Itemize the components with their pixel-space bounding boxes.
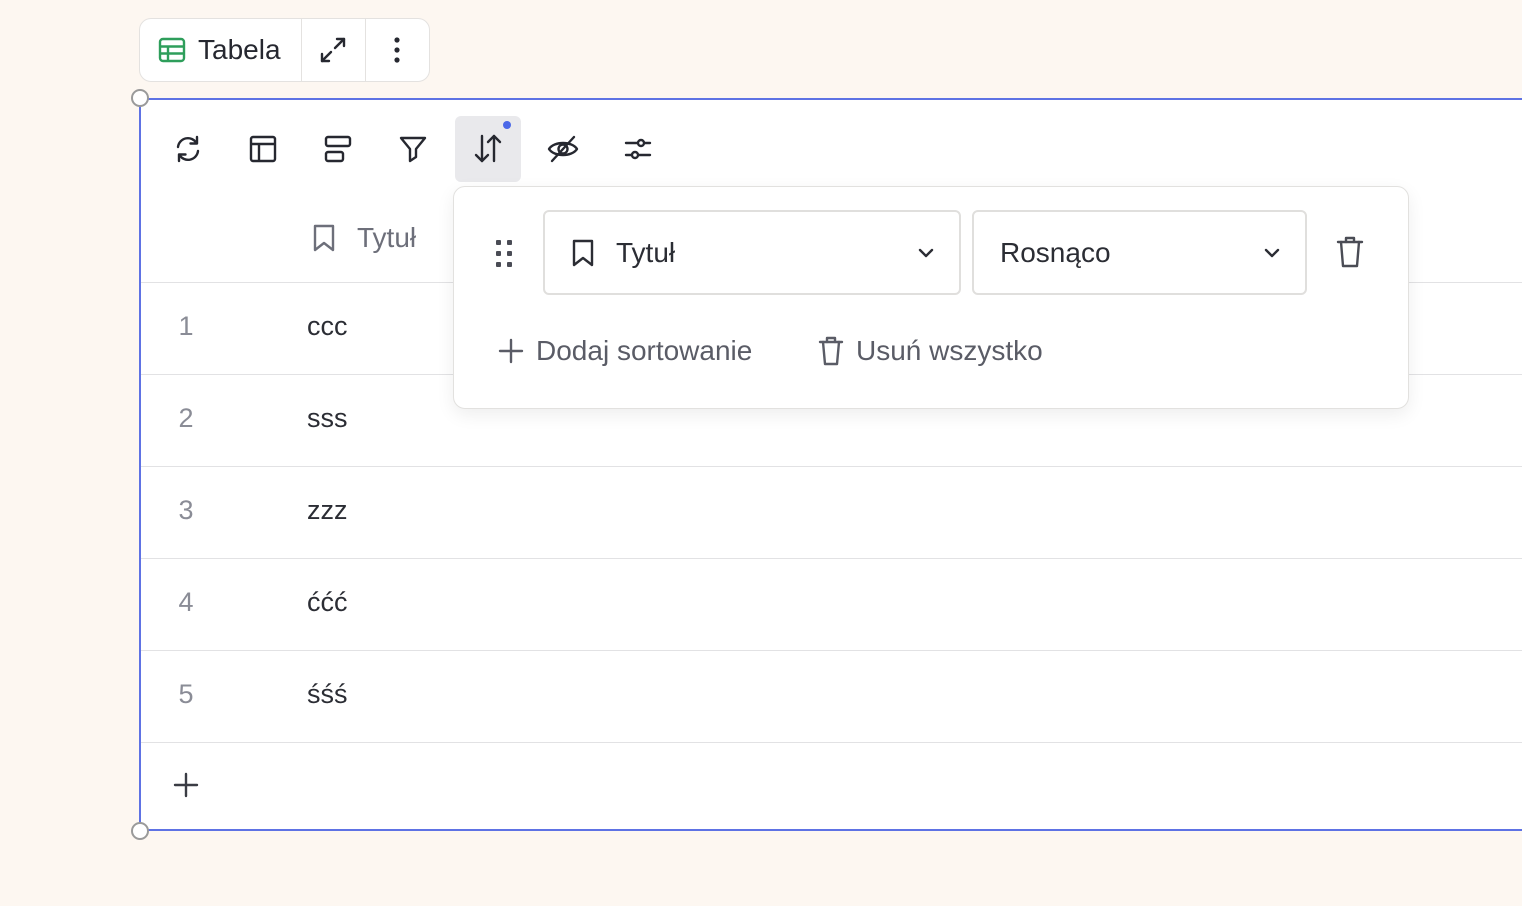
group-button[interactable] [305,116,371,182]
row-number: 2 [178,403,194,433]
plus-icon [498,338,524,364]
hide-fields-button[interactable] [530,116,596,182]
trash-icon [818,335,844,367]
block-type-label: Tabela [198,34,281,65]
sort-icon [472,133,504,165]
delete-sort-button[interactable] [1335,235,1365,269]
refresh-icon [173,134,203,164]
add-sort-button[interactable]: Dodaj sortowanie [498,335,752,367]
row-title-cell[interactable]: ććć [307,587,348,618]
remove-all-sorts-button[interactable]: Usuń wszystko [818,335,1043,367]
sort-button[interactable] [455,116,521,182]
settings-sliders-icon [623,134,653,164]
more-options-button[interactable] [366,19,429,81]
bookmark-icon [570,238,596,268]
group-icon [323,134,353,164]
more-vertical-icon [392,35,402,65]
column-header-title[interactable]: Tytuł [311,222,416,254]
table-row[interactable]: 3 zzz [141,467,1522,559]
block-toolbar: Tabela [139,18,430,82]
eye-off-icon [547,134,579,164]
view-settings-button[interactable] [605,116,671,182]
row-title-cell[interactable]: ccc [307,311,348,342]
block-type-button[interactable]: Tabela [140,19,302,81]
filter-button[interactable] [380,116,446,182]
drag-handle-icon [492,237,518,271]
add-sort-label: Dodaj sortowanie [536,335,753,366]
table-row[interactable]: 4 ććć [141,559,1522,651]
table-row[interactable]: 5 śśś [141,651,1522,743]
add-row-button[interactable] [171,770,201,800]
resize-handle-top-left[interactable] [131,89,149,107]
layout-button[interactable] [230,116,296,182]
remove-all-label: Usuń wszystko [856,335,1043,366]
row-number: 5 [178,679,194,709]
resize-handle-bottom-left[interactable] [131,822,149,840]
chevron-down-icon [1263,247,1281,259]
plus-icon [171,770,201,800]
expand-button[interactable] [302,19,366,81]
trash-icon [1335,235,1365,269]
row-title-cell[interactable]: zzz [307,495,348,526]
table-icon [158,36,186,64]
row-title-cell[interactable]: sss [307,403,348,434]
sort-field-value: Tytuł [616,236,676,268]
row-number: 1 [178,311,194,341]
sort-popover: Tytuł Rosnąco Dodaj sortowanie Usuń wszy… [453,186,1409,409]
column-header-label: Tytuł [357,222,417,253]
expand-icon [318,35,348,65]
row-title-cell[interactable]: śśś [307,679,348,710]
sort-direction-value: Rosnąco [1000,236,1111,268]
bookmark-icon [311,223,337,253]
filter-icon [398,134,428,164]
refresh-button[interactable] [155,116,221,182]
sort-direction-select[interactable]: Rosnąco [972,210,1307,295]
row-number: 3 [178,495,194,525]
drag-handle[interactable] [492,237,518,271]
sort-field-select[interactable]: Tytuł [543,210,961,295]
chevron-down-icon [917,247,935,259]
layout-icon [248,134,278,164]
view-toolbar [155,116,671,182]
sort-active-indicator [503,121,511,129]
row-number: 4 [178,587,194,617]
